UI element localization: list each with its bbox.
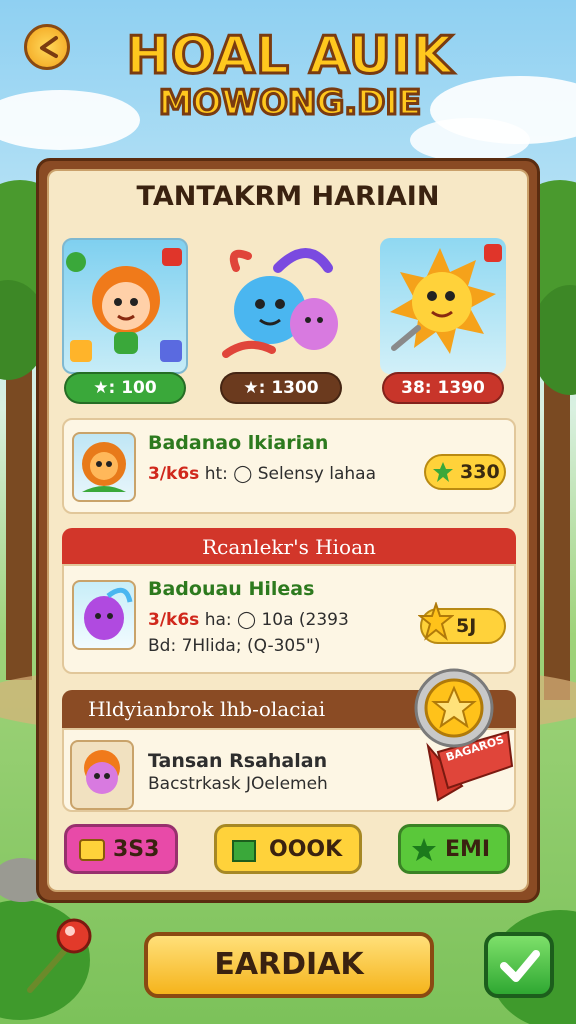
main-action-button[interactable]: EARDIAK xyxy=(144,932,434,998)
emi-button[interactable]: EMI xyxy=(398,824,510,874)
panel-heading: TANTAKRM HARIAIN xyxy=(136,181,440,212)
featured-price-2: ★: 1300 xyxy=(220,372,342,404)
item-detail: ha: ◯ 10a (2393 xyxy=(204,610,349,630)
price-value: 5J xyxy=(456,615,477,637)
section-band-2: Rcanlekr's Hioan xyxy=(62,528,516,566)
gems-button[interactable]: 3S3 xyxy=(64,824,178,874)
purple-creature-icon xyxy=(84,587,133,640)
star-icon xyxy=(433,462,453,482)
item-subtitle: Bacstrkask JOelemeh xyxy=(148,774,328,794)
featured-card-2[interactable]: ★: 1300 xyxy=(218,238,344,404)
title-line-2: MOWONG.DIE xyxy=(157,83,423,124)
ok-coins-button-label: OOOK xyxy=(269,837,343,862)
sun-character-icon xyxy=(390,244,502,354)
back-arrow-icon xyxy=(40,36,58,58)
ok-coins-button[interactable]: OOOK xyxy=(214,824,362,874)
gold-star-icon xyxy=(418,602,454,641)
item-detail: ht: ◯ Selensy lahaa xyxy=(204,464,376,484)
ticket-icon xyxy=(79,839,105,861)
item-title: Badouau Hileas xyxy=(148,578,315,600)
price-value: 330 xyxy=(460,461,500,483)
gems-button-label: 3S3 xyxy=(113,837,160,862)
list-item[interactable]: Badanao lkiarian 3/k6s ht: ◯ Selensy lah… xyxy=(62,418,516,514)
item-line-1: 3/k6s ha: ◯ 10a (2393 xyxy=(148,610,349,630)
item-thumbnail xyxy=(72,432,136,502)
lion-character-icon xyxy=(82,442,126,492)
blob-creatures-icon xyxy=(222,248,338,358)
confirm-button[interactable] xyxy=(484,932,554,998)
girl-character-icon xyxy=(66,248,182,362)
item-detail-suffix: (Q-305") xyxy=(246,636,321,656)
item-thumbnail xyxy=(72,580,136,650)
emi-button-label: EMI xyxy=(445,837,491,862)
green-cube-icon xyxy=(232,840,256,862)
featured-card-3[interactable]: 38: 1390 xyxy=(380,238,506,404)
item-title: Tansan Rsahalan xyxy=(148,750,328,772)
back-button[interactable] xyxy=(24,24,70,70)
item-title: Badanao lkiarian xyxy=(148,432,329,454)
item-thumbnail xyxy=(70,740,134,810)
price-button[interactable]: 330 xyxy=(424,454,506,490)
character-art xyxy=(62,238,188,374)
character-art xyxy=(218,238,344,374)
game-scene: HOAL AUIK MOWONG.DIE TANTAKRM HARIAIN ★:… xyxy=(0,0,576,1024)
game-title: HOAL AUIK MOWONG.DIE xyxy=(70,26,510,124)
girl-purple-icon xyxy=(84,750,120,794)
character-art xyxy=(380,238,506,374)
item-subtitle: 3/k6s ht: ◯ Selensy lahaa xyxy=(148,464,376,484)
item-line-2: Bd: 7Hlida; (Q-305") xyxy=(148,636,321,656)
checkmark-icon xyxy=(500,950,540,982)
title-line-1: HOAL AUIK xyxy=(125,26,454,86)
list-item[interactable]: Badouau Hileas 3/k6s ha: ◯ 10a (2393 Bd:… xyxy=(62,564,516,674)
price-button[interactable]: 5J xyxy=(418,602,506,644)
item-tag: 3/k6s xyxy=(148,610,200,630)
item-tag: 3/k6s xyxy=(148,464,200,484)
featured-price-3: 38: 1390 xyxy=(382,372,504,404)
featured-card-1[interactable]: ★: 100 xyxy=(62,238,188,404)
item-detail-prefix: Bd: 7Hlida; xyxy=(148,636,242,656)
star-outline-icon xyxy=(412,838,436,861)
featured-price-1: ★: 100 xyxy=(64,372,186,404)
